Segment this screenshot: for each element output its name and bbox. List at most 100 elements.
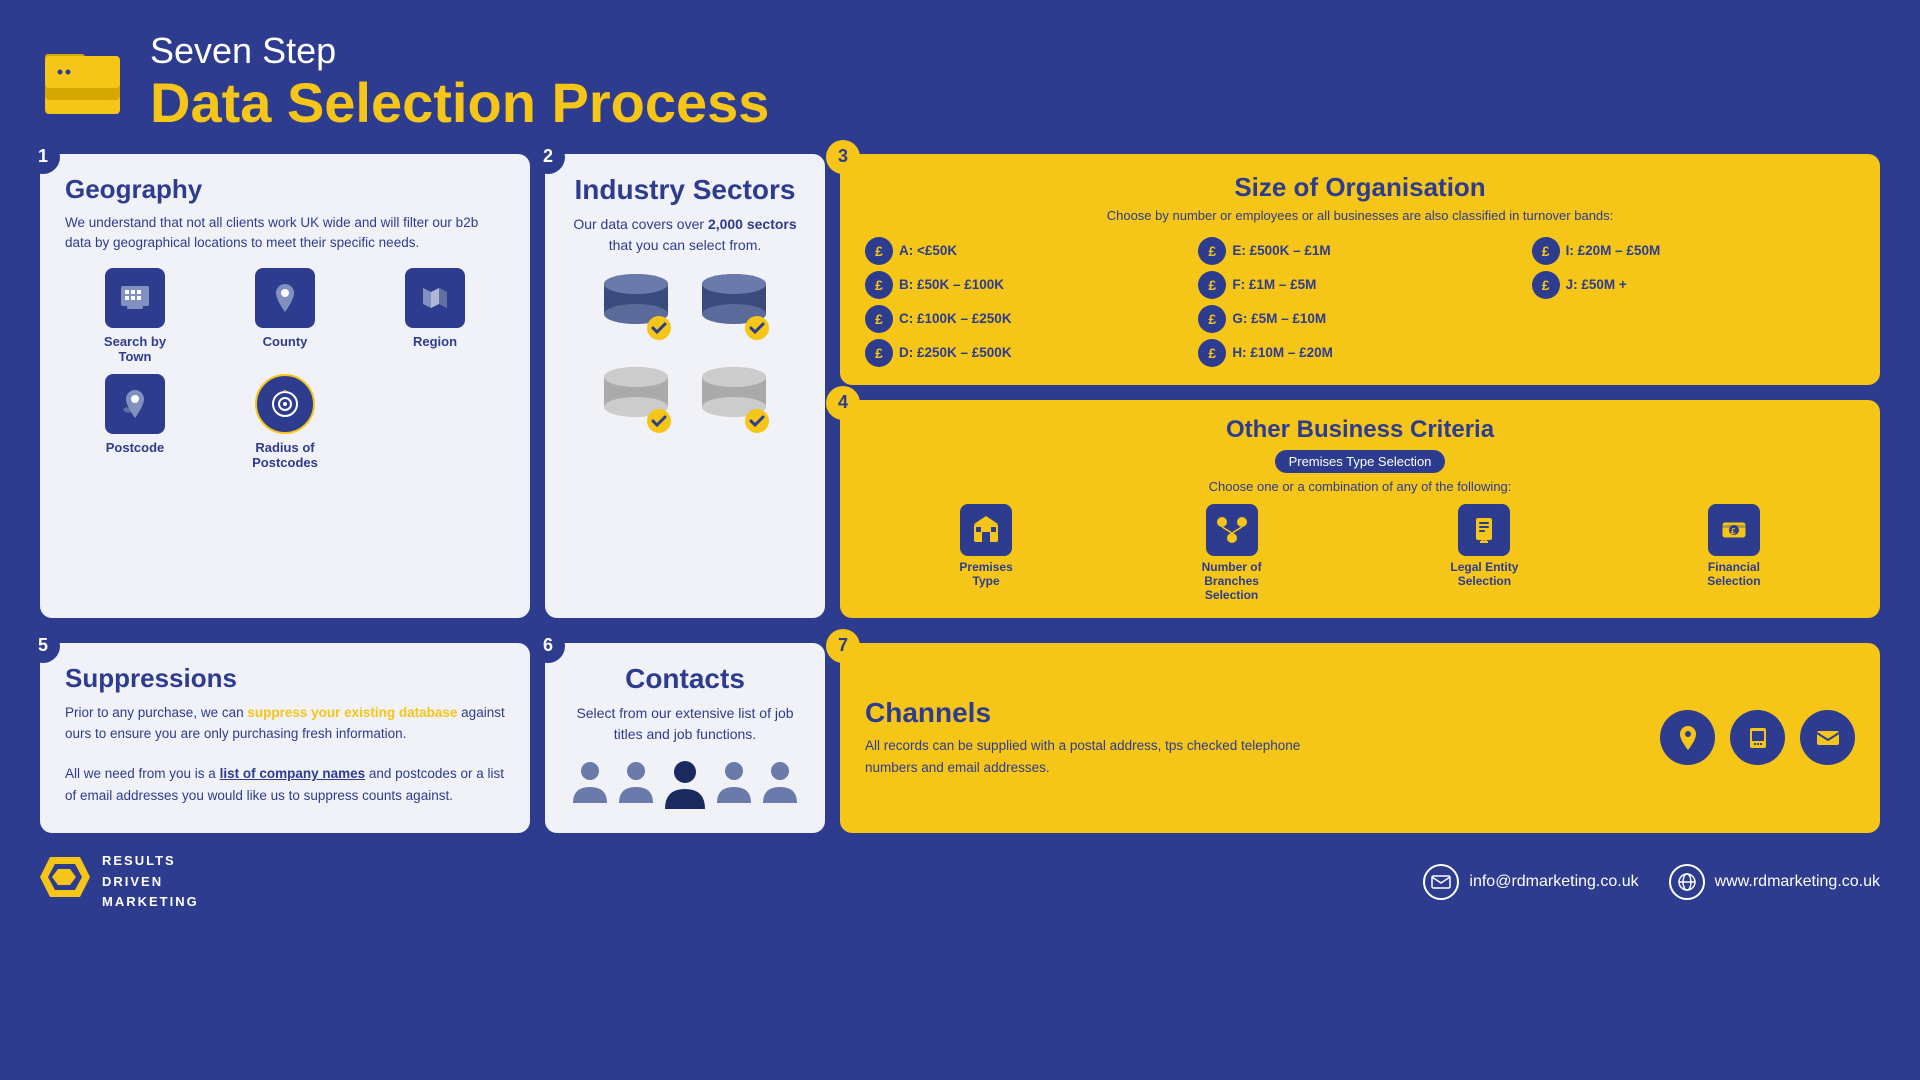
financial-selection-label: FinancialSelection <box>1707 560 1760 588</box>
size-item-b: £ B: £50K – £100K <box>865 271 1188 299</box>
step3-items: £ A: <£50K £ E: £500K – £1M £ I: £20M – … <box>865 237 1855 367</box>
footer-logo-text: RESULTSDRIVENMARKETING <box>102 851 199 913</box>
channels-left: Channels All records can be supplied wit… <box>865 697 1325 778</box>
pound-icon-g: £ <box>1198 305 1226 333</box>
list-of-company-names-link: list of company names <box>220 766 366 781</box>
branches-icon <box>1206 504 1258 556</box>
step1-title: Geography <box>65 174 505 205</box>
geo-search-by-town: Search byTown <box>65 268 205 364</box>
step4-subtitle: Choose one or a combination of any of th… <box>865 479 1855 494</box>
size-item-a: £ A: <£50K <box>865 237 1188 265</box>
db-icon-4 <box>689 359 779 444</box>
footer-globe-icon <box>1669 864 1705 900</box>
geo-radius: Radius ofPostcodes <box>215 374 355 470</box>
pound-icon-a: £ <box>865 237 893 265</box>
size-item-j: £ J: £50M + <box>1532 271 1855 299</box>
search-by-town-icon <box>105 268 165 328</box>
footer-logo: RESULTSDRIVENMARKETING <box>40 851 199 913</box>
step6-number: 6 <box>531 629 565 663</box>
legal-entity-icon <box>1458 504 1510 556</box>
financial-icon: £ <box>1708 504 1760 556</box>
step4-title: Other Business Criteria <box>865 416 1855 444</box>
search-by-town-label: Search byTown <box>104 334 166 364</box>
pound-icon-b: £ <box>865 271 893 299</box>
footer-chevron-icon <box>40 852 90 911</box>
header-title: Data Selection Process <box>150 72 769 134</box>
step2-number: 2 <box>531 140 565 174</box>
size-item-empty2 <box>1532 339 1855 367</box>
bottom-grid: 5 Suppressions Prior to any purchase, we… <box>0 643 1920 843</box>
db-icon-3 <box>591 359 681 444</box>
financial-selection: £ FinancialSelection <box>1707 504 1760 588</box>
county-label: County <box>263 334 308 349</box>
step5-body1: Prior to any purchase, we can suppress y… <box>65 702 505 745</box>
person-icon-2 <box>617 759 655 807</box>
radius-label: Radius ofPostcodes <box>252 440 318 470</box>
step1-card: 1 Geography We understand that not all c… <box>40 154 530 618</box>
size-item-empty1 <box>1532 305 1855 333</box>
size-item-d: £ D: £250K – £500K <box>865 339 1188 367</box>
pound-icon-j: £ <box>1532 271 1560 299</box>
legal-entity-label: Legal EntitySelection <box>1450 560 1518 588</box>
footer-email: info@rdmarketing.co.uk <box>1469 873 1638 891</box>
step7-body: All records can be supplied with a posta… <box>865 735 1325 778</box>
person-icon-1 <box>571 759 609 807</box>
step2-body: Our data covers over 2,000 sectors that … <box>565 214 805 256</box>
size-item-h: £ H: £10M – £20M <box>1198 339 1521 367</box>
person-icon-4 <box>715 759 753 807</box>
pound-icon-f: £ <box>1198 271 1226 299</box>
geo-county: County <box>215 268 355 364</box>
email-icon <box>1800 710 1855 765</box>
step3-number: 3 <box>826 140 860 174</box>
person-icon-3-dark <box>663 759 707 813</box>
footer-contact: info@rdmarketing.co.uk www.rdmarketing.c… <box>1423 864 1880 900</box>
right-column: 3 Size of Organisation Choose by number … <box>840 154 1880 618</box>
size-item-i: £ I: £20M – £50M <box>1532 237 1855 265</box>
step3-card: 3 Size of Organisation Choose by number … <box>840 154 1880 385</box>
db-icon-2 <box>689 266 779 351</box>
size-item-g: £ G: £5M – £10M <box>1198 305 1521 333</box>
logo-icon <box>40 42 130 122</box>
branches-label: Number ofBranchesSelection <box>1202 560 1262 602</box>
region-icon <box>405 268 465 328</box>
legal-entity: Legal EntitySelection <box>1450 504 1518 588</box>
database-icons <box>591 266 779 444</box>
step6-body: Select from our extensive list of job ti… <box>565 703 805 745</box>
size-item-c: £ C: £100K – £250K <box>865 305 1188 333</box>
premises-type-icon <box>960 504 1012 556</box>
step4-icons: PremisesType Number ofBranchesSelection <box>865 504 1855 602</box>
premises-badge: Premises Type Selection <box>1275 450 1446 473</box>
step5-number: 5 <box>26 629 60 663</box>
step2-card: 2 Industry Sectors Our data covers over … <box>545 154 825 618</box>
location-icon <box>1660 710 1715 765</box>
footer-website: www.rdmarketing.co.uk <box>1715 873 1880 891</box>
postcode-icon <box>105 374 165 434</box>
person-icon-5 <box>761 759 799 807</box>
step4-number: 4 <box>826 386 860 420</box>
region-label: Region <box>413 334 457 349</box>
geo-region: Region <box>365 268 505 364</box>
footer-email-icon <box>1423 864 1459 900</box>
pound-icon-h: £ <box>1198 339 1226 367</box>
step6-title: Contacts <box>625 663 745 695</box>
step5-card: 5 Suppressions Prior to any purchase, we… <box>40 643 530 833</box>
radius-icon <box>255 374 315 434</box>
pound-icon-c: £ <box>865 305 893 333</box>
step5-title: Suppressions <box>65 663 505 694</box>
pound-icon-d: £ <box>865 339 893 367</box>
step6-card: 6 Contacts Select from our extensive lis… <box>545 643 825 833</box>
pound-icon-i: £ <box>1532 237 1560 265</box>
premises-badge-container: Premises Type Selection <box>865 450 1855 479</box>
step3-title: Size of Organisation <box>865 172 1855 203</box>
premises-type: PremisesType <box>959 504 1012 588</box>
size-item-f: £ F: £1M – £5M <box>1198 271 1521 299</box>
step7-title: Channels <box>865 697 1325 729</box>
header-text: Seven Step Data Selection Process <box>150 30 769 134</box>
step1-number: 1 <box>26 140 60 174</box>
step7-card: 7 Channels All records can be supplied w… <box>840 643 1880 833</box>
footer-email-item: info@rdmarketing.co.uk <box>1423 864 1638 900</box>
step7-number: 7 <box>826 629 860 663</box>
step5-body2: All we need from you is a list of compan… <box>65 763 505 806</box>
geography-icons: Search byTown County <box>65 268 505 470</box>
main-grid: 1 Geography We understand that not all c… <box>0 144 1920 643</box>
